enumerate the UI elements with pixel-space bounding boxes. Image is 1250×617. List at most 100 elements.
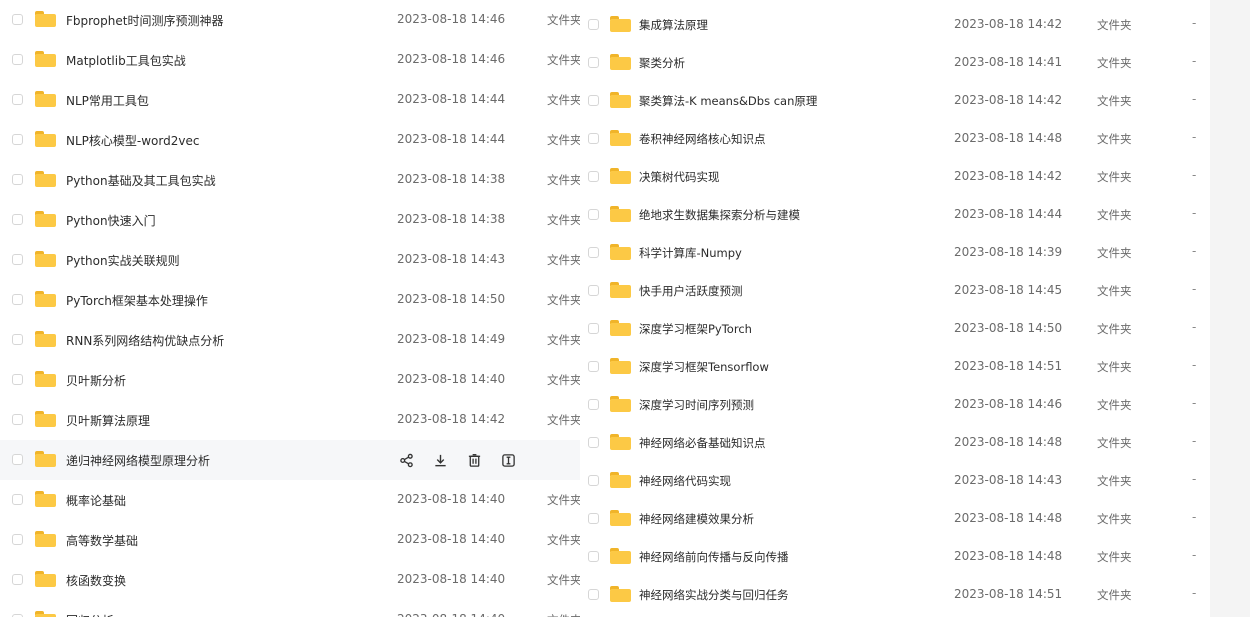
file-row[interactable]: 回归分析 2023-08-18 14:40 文件夹 <box>0 600 580 617</box>
rename-icon[interactable] <box>499 451 517 469</box>
file-row[interactable]: 神经网络必备基础知识点 2023-08-18 14:48 文件夹 - <box>580 424 1210 462</box>
file-row[interactable]: Fbprophet时间测序预测神器 2023-08-18 14:46 文件夹 <box>0 0 580 40</box>
row-checkbox[interactable] <box>12 54 23 65</box>
file-name[interactable]: 科学计算库-Numpy <box>639 245 742 261</box>
file-name[interactable]: 聚类算法-K means&Dbs can原理 <box>639 93 817 109</box>
file-row[interactable]: 深度学习框架Tensorflow 2023-08-18 14:51 文件夹 - <box>580 348 1210 386</box>
file-name[interactable]: Python实战关联规则 <box>66 252 180 269</box>
file-name[interactable]: Python快速入门 <box>66 212 156 229</box>
row-checkbox[interactable] <box>12 94 23 105</box>
row-checkbox[interactable] <box>588 95 599 106</box>
file-name[interactable]: 深度学习时间序列预测 <box>639 397 754 413</box>
row-checkbox[interactable] <box>588 133 599 144</box>
file-row[interactable]: 快手用户活跃度预测 2023-08-18 14:45 文件夹 - <box>580 272 1210 310</box>
row-checkbox[interactable] <box>588 361 599 372</box>
file-name[interactable]: 概率论基础 <box>66 492 126 509</box>
row-checkbox[interactable] <box>12 214 23 225</box>
file-name[interactable]: 神经网络实战分类与回归任务 <box>639 587 789 603</box>
row-checkbox[interactable] <box>588 551 599 562</box>
file-name[interactable]: 贝叶斯算法原理 <box>66 412 150 429</box>
row-checkbox[interactable] <box>588 513 599 524</box>
file-row[interactable]: 聚类算法-K means&Dbs can原理 2023-08-18 14:42 文件… <box>580 82 1210 120</box>
file-name[interactable]: 核函数变换 <box>66 572 126 589</box>
file-name[interactable]: 神经网络建模效果分析 <box>639 511 754 527</box>
row-checkbox[interactable] <box>588 171 599 182</box>
file-name[interactable]: 卷积神经网络核心知识点 <box>639 131 766 147</box>
file-name[interactable]: 集成算法原理 <box>639 17 708 33</box>
row-checkbox[interactable] <box>12 134 23 145</box>
file-row[interactable]: NLP核心模型-word2vec 2023-08-18 14:44 文件夹 <box>0 120 580 160</box>
file-row[interactable]: 神经网络实战分类与回归任务 2023-08-18 14:51 文件夹 - <box>580 576 1210 614</box>
row-checkbox[interactable] <box>588 589 599 600</box>
file-row[interactable]: 核函数变换 2023-08-18 14:40 文件夹 <box>0 560 580 600</box>
file-row[interactable]: 概率论基础 2023-08-18 14:40 文件夹 <box>0 480 580 520</box>
file-name[interactable]: 回归分析 <box>66 612 114 617</box>
file-row[interactable]: Matplotlib工具包实战 2023-08-18 14:46 文件夹 <box>0 40 580 80</box>
row-checkbox[interactable] <box>588 57 599 68</box>
file-name[interactable]: PyTorch框架基本处理操作 <box>66 292 208 309</box>
file-row[interactable]: 深度学习时间序列预测 2023-08-18 14:46 文件夹 - <box>580 386 1210 424</box>
row-checkbox[interactable] <box>588 285 599 296</box>
file-name[interactable]: 决策树代码实现 <box>639 169 720 185</box>
file-name[interactable]: 神经网络前向传播与反向传播 <box>639 549 789 565</box>
file-row[interactable]: 神经网络前向传播与反向传播 2023-08-18 14:48 文件夹 - <box>580 538 1210 576</box>
file-name[interactable]: 绝地求生数据集探索分析与建模 <box>639 207 800 223</box>
file-name[interactable]: NLP常用工具包 <box>66 92 149 109</box>
file-row[interactable]: PyTorch框架基本处理操作 2023-08-18 14:50 文件夹 <box>0 280 580 320</box>
file-row[interactable]: 神经网络建模效果分析 2023-08-18 14:48 文件夹 - <box>580 500 1210 538</box>
row-checkbox[interactable] <box>12 494 23 505</box>
file-row[interactable]: 聚类分析 2023-08-18 14:41 文件夹 - <box>580 44 1210 82</box>
file-type: 文件夹 <box>1097 360 1132 374</box>
file-name[interactable]: 深度学习框架Tensorflow <box>639 359 769 375</box>
trash-icon[interactable] <box>465 451 483 469</box>
file-name[interactable]: NLP核心模型-word2vec <box>66 132 199 149</box>
file-name[interactable]: 递归神经网络模型原理分析 <box>66 452 210 469</box>
file-row[interactable]: 集成算法原理 2023-08-18 14:42 文件夹 - <box>580 6 1210 44</box>
row-checkbox[interactable] <box>12 454 23 465</box>
file-row[interactable]: 卷积神经网络核心知识点 2023-08-18 14:48 文件夹 - <box>580 120 1210 158</box>
file-name[interactable]: RNN系列网络结构优缺点分析 <box>66 332 224 349</box>
file-row[interactable]: 绝地求生数据集探索分析与建模 2023-08-18 14:44 文件夹 - <box>580 196 1210 234</box>
file-row[interactable]: 决策树代码实现 2023-08-18 14:42 文件夹 - <box>580 158 1210 196</box>
file-row[interactable]: 贝叶斯分析 2023-08-18 14:40 文件夹 <box>0 360 580 400</box>
file-name[interactable]: Python基础及其工具包实战 <box>66 172 216 189</box>
row-checkbox[interactable] <box>588 475 599 486</box>
file-name[interactable]: 快手用户活跃度预测 <box>639 283 743 299</box>
file-row[interactable]: 贝叶斯算法原理 2023-08-18 14:42 文件夹 <box>0 400 580 440</box>
row-checkbox[interactable] <box>12 374 23 385</box>
row-checkbox[interactable] <box>588 209 599 220</box>
file-name[interactable]: Fbprophet时间测序预测神器 <box>66 12 223 29</box>
file-name[interactable]: 深度学习框架PyTorch <box>639 321 752 337</box>
row-checkbox[interactable] <box>12 534 23 545</box>
row-checkbox[interactable] <box>12 574 23 585</box>
file-row[interactable]: Python快速入门 2023-08-18 14:38 文件夹 <box>0 200 580 240</box>
row-checkbox[interactable] <box>588 323 599 334</box>
file-name[interactable]: 贝叶斯分析 <box>66 372 126 389</box>
row-checkbox[interactable] <box>588 437 599 448</box>
file-row[interactable]: 神经网络代码实现 2023-08-18 14:43 文件夹 - <box>580 462 1210 500</box>
file-name[interactable]: 神经网络代码实现 <box>639 473 731 489</box>
file-row[interactable]: Python基础及其工具包实战 2023-08-18 14:38 文件夹 <box>0 160 580 200</box>
row-checkbox[interactable] <box>12 334 23 345</box>
file-name[interactable]: 高等数学基础 <box>66 532 138 549</box>
share-icon[interactable] <box>397 451 415 469</box>
file-row[interactable]: 深度学习框架PyTorch 2023-08-18 14:50 文件夹 - <box>580 310 1210 348</box>
file-row[interactable]: 科学计算库-Numpy 2023-08-18 14:39 文件夹 - <box>580 234 1210 272</box>
file-row[interactable]: NLP常用工具包 2023-08-18 14:44 文件夹 <box>0 80 580 120</box>
row-checkbox[interactable] <box>12 254 23 265</box>
file-row[interactable]: Python实战关联规则 2023-08-18 14:43 文件夹 <box>0 240 580 280</box>
file-row[interactable]: 高等数学基础 2023-08-18 14:40 文件夹 <box>0 520 580 560</box>
row-checkbox[interactable] <box>12 294 23 305</box>
file-name[interactable]: 神经网络必备基础知识点 <box>639 435 766 451</box>
row-checkbox[interactable] <box>12 174 23 185</box>
row-checkbox[interactable] <box>12 414 23 425</box>
file-name[interactable]: Matplotlib工具包实战 <box>66 52 186 69</box>
file-name[interactable]: 聚类分析 <box>639 55 685 71</box>
row-checkbox[interactable] <box>588 399 599 410</box>
download-icon[interactable] <box>431 451 449 469</box>
file-row[interactable]: RNN系列网络结构优缺点分析 2023-08-18 14:49 文件夹 <box>0 320 580 360</box>
file-row[interactable]: 递归神经网络模型原理分析 <box>0 440 580 480</box>
row-checkbox[interactable] <box>12 14 23 25</box>
row-checkbox[interactable] <box>588 247 599 258</box>
row-checkbox[interactable] <box>588 19 599 30</box>
